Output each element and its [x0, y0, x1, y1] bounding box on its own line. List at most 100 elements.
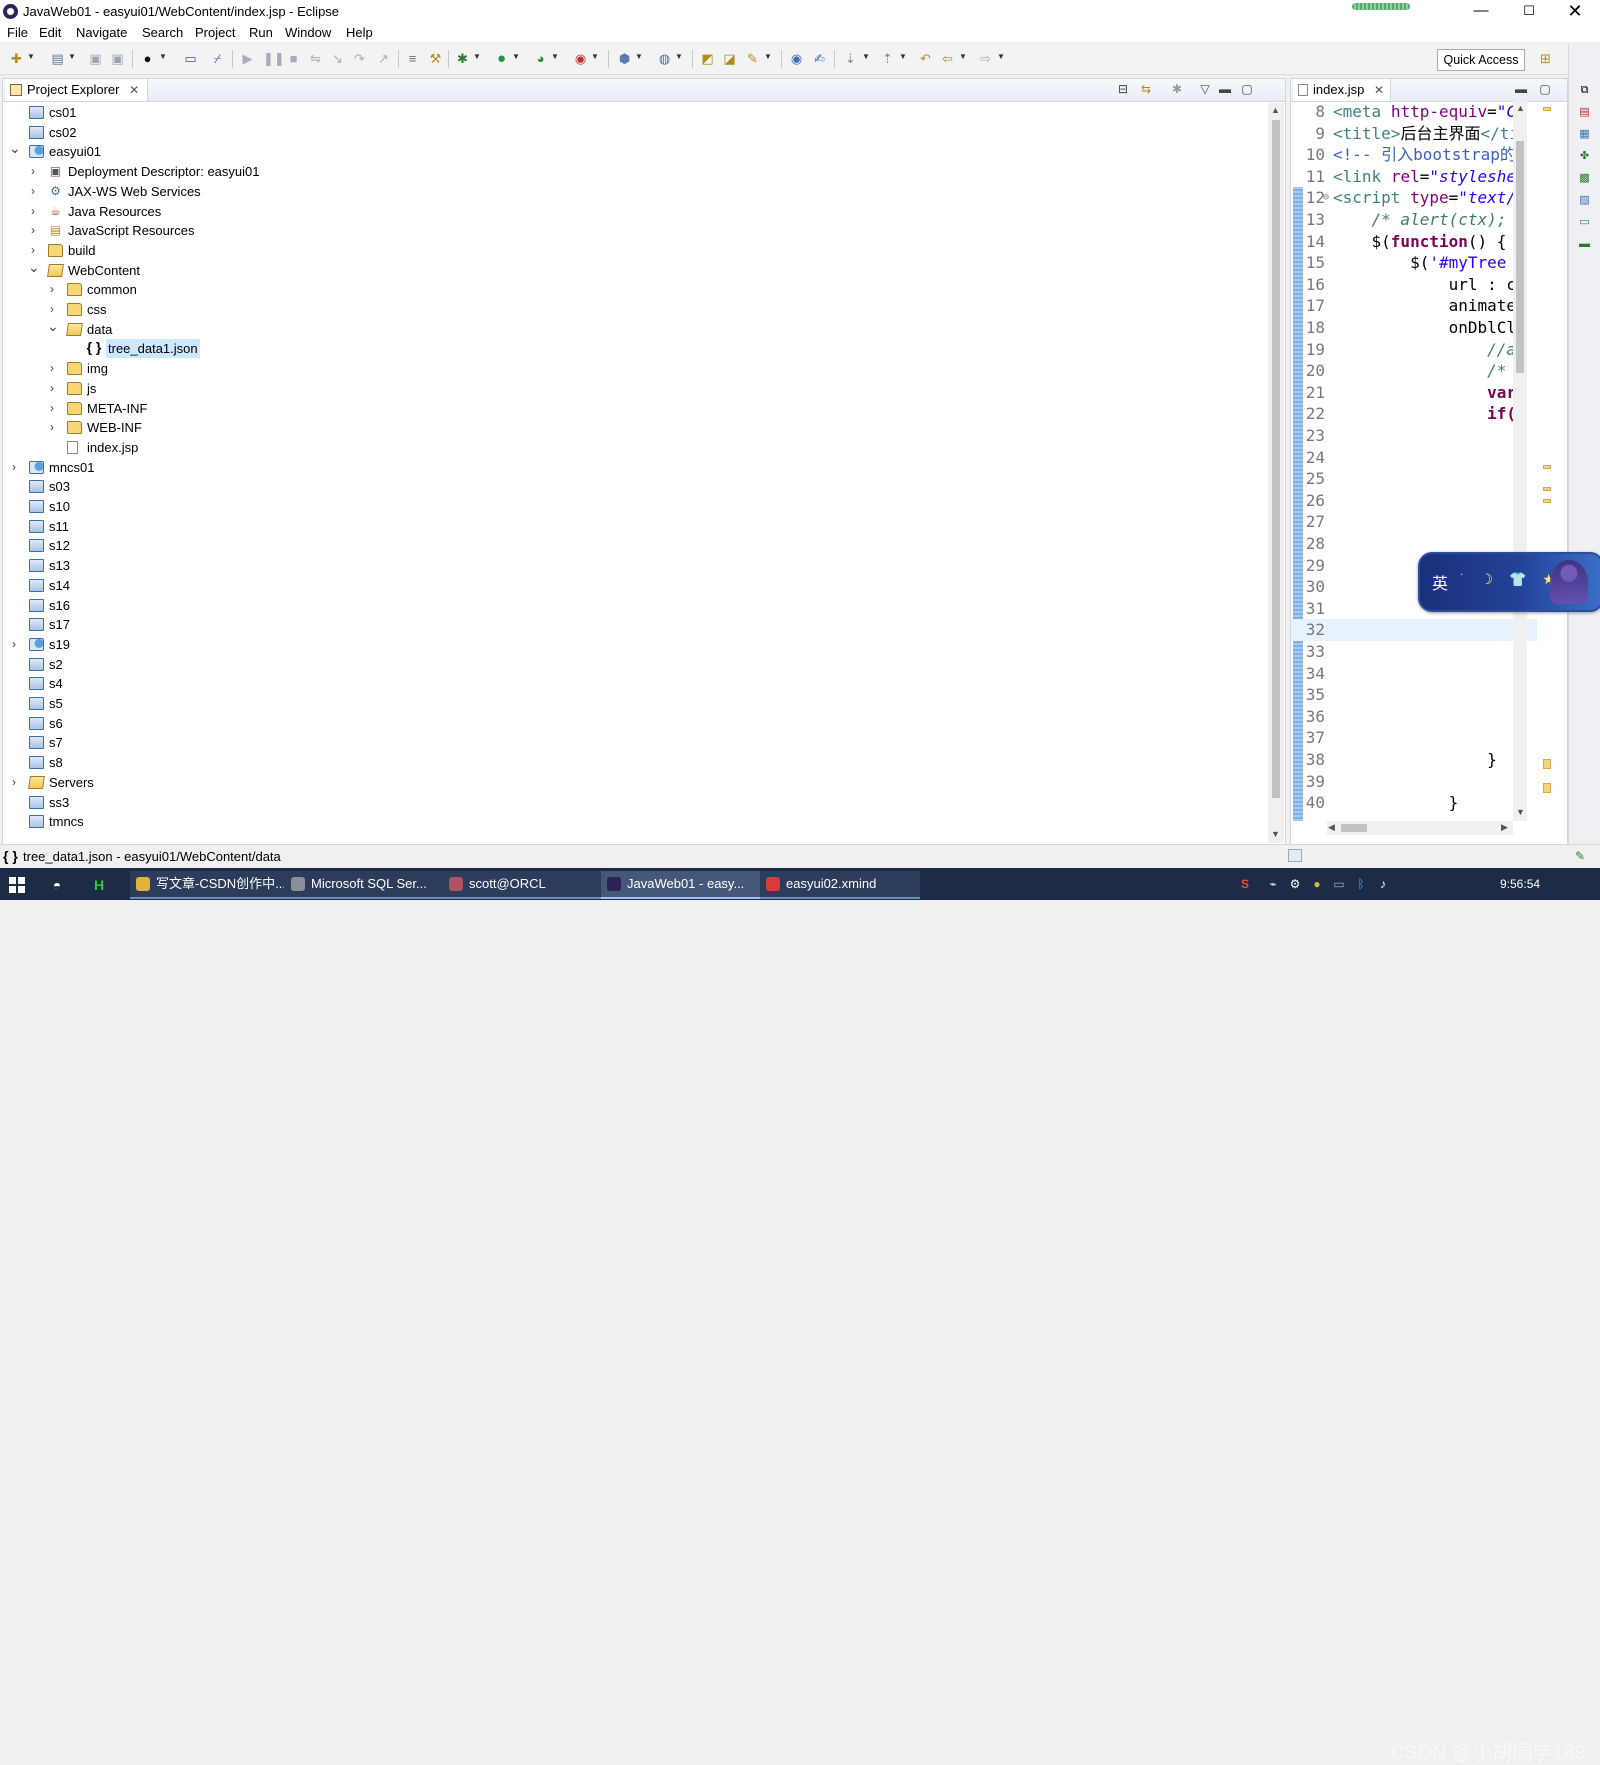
sogou-ime-icon[interactable]: S	[1238, 877, 1252, 891]
network-icon[interactable]: ⌁	[1266, 877, 1280, 891]
bluetooth-icon[interactable]: ᛒ	[1354, 877, 1368, 891]
chevron-right-icon[interactable]: ›	[28, 182, 38, 201]
chevron-down-icon[interactable]: ▼	[27, 52, 35, 61]
code-line[interactable]: 11 <link rel="styleshe	[1291, 166, 1537, 188]
chevron-right-icon[interactable]: ›	[9, 635, 19, 654]
annotation-icon[interactable]: ✍	[812, 51, 827, 66]
chevron-down-icon[interactable]: ⌄	[9, 141, 21, 155]
heap-status-icon[interactable]	[1288, 849, 1302, 862]
scroll-thumb[interactable]	[1272, 120, 1280, 798]
tree-item[interactable]: › mncs01	[3, 458, 1263, 477]
back-icon[interactable]: ⇦	[940, 51, 955, 66]
warning-marker[interactable]	[1543, 759, 1551, 769]
ime-toolbar[interactable]: 英 ˙ ☽ 👕 ★	[1418, 552, 1600, 612]
save-icon[interactable]: ▣	[88, 51, 103, 66]
system-clock[interactable]: 9:56:54	[1500, 877, 1540, 891]
close-button[interactable]: ✕	[1552, 0, 1598, 24]
code-line[interactable]: 9 <title>后台主界面</ti	[1291, 123, 1537, 145]
code-line[interactable]: 39	[1291, 771, 1537, 793]
chevron-right-icon[interactable]: ›	[47, 399, 57, 418]
code-line[interactable]: 18 onDblCl	[1291, 317, 1537, 339]
new-class-icon[interactable]: ◍	[657, 51, 672, 66]
open-type-icon[interactable]: ◩	[700, 51, 715, 66]
tree-item[interactable]: ss3	[3, 793, 1263, 812]
open-folder-icon[interactable]: ◪	[722, 51, 737, 66]
next-annotation-icon[interactable]: ⇣	[843, 51, 858, 66]
code-line[interactable]: 40 }	[1291, 792, 1537, 814]
progress-icon[interactable]: ✎	[1575, 849, 1585, 863]
disconnect-icon[interactable]: ⇋	[308, 51, 323, 66]
chevron-right-icon[interactable]: ›	[28, 221, 38, 240]
tree-item[interactable]: › ☕ Java Resources	[3, 202, 1263, 221]
code-line[interactable]: 33	[1291, 641, 1537, 663]
chevron-right-icon[interactable]: ›	[47, 418, 57, 437]
editor-vertical-scrollbar[interactable]: ▲ ▼	[1513, 101, 1527, 821]
maximize-view-icon[interactable]: ▢	[1239, 82, 1255, 96]
taskbar-app-button[interactable]: 写文章-CSDN创作中...	[130, 871, 290, 899]
code-line[interactable]: 27	[1291, 511, 1537, 533]
code-line[interactable]: 13 /* alert(ctx);	[1291, 209, 1537, 231]
menu-edit[interactable]: Edit	[39, 25, 61, 40]
explorer-scrollbar[interactable]: ▲ ▼	[1268, 103, 1284, 843]
tree-item[interactable]: › ▣ Deployment Descriptor: easyui01	[3, 162, 1263, 181]
coverage-icon[interactable]: ◕	[533, 51, 548, 66]
ime-language-label[interactable]: 英	[1432, 570, 1448, 594]
step-into-icon[interactable]: ↘	[330, 51, 345, 66]
app-tray-icon[interactable]: ●	[1310, 877, 1324, 891]
menu-help[interactable]: Help	[346, 25, 373, 40]
editor-horizontal-scrollbar[interactable]: ◀ ▶	[1327, 821, 1513, 835]
taskbar-app-button[interactable]: Microsoft SQL Ser...	[285, 871, 445, 899]
tree-item[interactable]: ⌄ easyui01	[3, 141, 1263, 161]
maximize-button[interactable]: ☐	[1506, 0, 1552, 24]
chevron-down-icon[interactable]: ▼	[959, 52, 967, 61]
ime-mode-icons[interactable]: ˙ ☽ 👕 ★	[1460, 571, 1561, 588]
chevron-down-icon[interactable]: ▼	[1516, 807, 1525, 817]
open-perspective-icon[interactable]: ⊞	[1538, 51, 1553, 66]
chevron-down-icon[interactable]: ▼	[675, 52, 683, 61]
taskbar-app-button[interactable]: JavaWeb01 - easy...	[601, 871, 761, 899]
tree-item[interactable]: s11	[3, 517, 1263, 536]
chevron-right-icon[interactable]: ▶	[1501, 822, 1508, 833]
tree-item[interactable]: › Servers	[3, 773, 1263, 792]
tree-item[interactable]: s10	[3, 497, 1263, 516]
tree-item[interactable]: s6	[3, 714, 1263, 733]
code-line[interactable]: 34	[1291, 663, 1537, 685]
tree-item[interactable]: › ▤ JavaScript Resources	[3, 221, 1263, 240]
forward-icon[interactable]: ⇨	[978, 51, 993, 66]
new-icon[interactable]: ✚	[9, 51, 24, 66]
minimize-button[interactable]: —	[1458, 0, 1504, 24]
step-return-icon[interactable]: ↗	[376, 51, 391, 66]
chevron-left-icon[interactable]: ◀	[1328, 822, 1335, 833]
task-list-icon[interactable]: ▦	[1578, 128, 1591, 141]
use-step-filters-icon[interactable]: ≡	[405, 51, 420, 66]
tree-item[interactable]: { } tree_data1.json	[3, 339, 1263, 359]
debug-icon[interactable]: ✱	[455, 51, 470, 66]
chevron-down-icon[interactable]: ▼	[473, 52, 481, 61]
chevron-right-icon[interactable]: ›	[28, 162, 38, 181]
battery-icon[interactable]: ▭	[1332, 877, 1346, 891]
code-line[interactable]: 19 //a	[1291, 339, 1537, 361]
code-line[interactable]: 36	[1291, 706, 1537, 728]
chevron-right-icon[interactable]: ›	[9, 773, 19, 792]
close-icon[interactable]: ✕	[129, 83, 139, 97]
scroll-thumb[interactable]	[1516, 141, 1524, 373]
new-server-icon[interactable]: ⬢	[617, 51, 632, 66]
tree-item[interactable]: › ⚙ JAX-WS Web Services	[3, 182, 1263, 201]
suspend-icon[interactable]: ❚❚	[263, 51, 285, 66]
code-line[interactable]: 26	[1291, 490, 1537, 512]
console-view-icon[interactable]: ▬	[1578, 238, 1591, 251]
warning-marker[interactable]	[1543, 783, 1551, 793]
code-line[interactable]: 14 $(function() {	[1291, 231, 1537, 253]
chevron-right-icon[interactable]: ›	[28, 241, 38, 260]
tree-item[interactable]: tmncs	[3, 812, 1263, 831]
chevron-right-icon[interactable]: ›	[47, 300, 57, 319]
tree-item[interactable]: › css	[3, 300, 1263, 319]
tree-item[interactable]: index.jsp	[3, 438, 1263, 457]
code-line[interactable]: 25	[1291, 468, 1537, 490]
tree-item[interactable]: › WEB-INF	[3, 418, 1263, 437]
windows-start-icon[interactable]	[9, 877, 25, 893]
hbuilder-icon[interactable]: H	[90, 876, 108, 894]
code-line[interactable]: 20 /*	[1291, 360, 1537, 382]
tree-item[interactable]: s16	[3, 596, 1263, 615]
chevron-down-icon[interactable]: ▼	[512, 52, 520, 61]
